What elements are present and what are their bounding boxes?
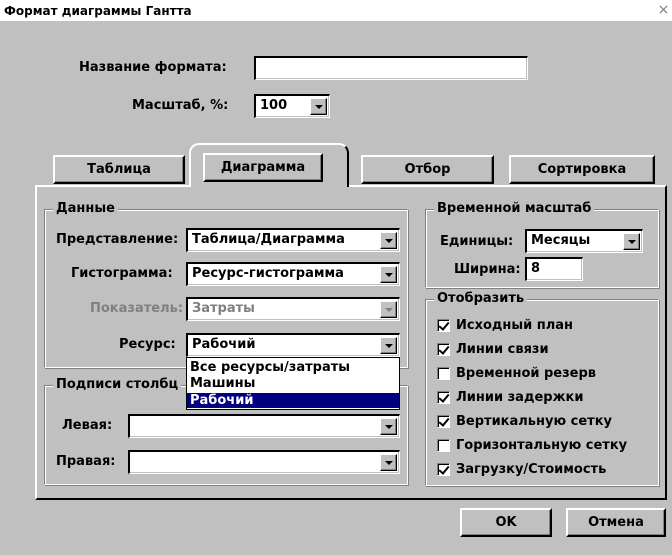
dropdown-option[interactable]: Все ресурсы/затраты bbox=[187, 360, 399, 375]
display-group-legend: Отобразить bbox=[434, 291, 528, 306]
tab-diagram-label-box: Диаграмма bbox=[203, 153, 323, 182]
tab-diagram[interactable]: Диаграмма bbox=[189, 143, 349, 187]
tab-table[interactable]: Таблица bbox=[53, 155, 185, 184]
cancel-button[interactable]: Отмена bbox=[566, 508, 666, 537]
units-select[interactable]: Месяцы bbox=[525, 229, 643, 253]
checkbox-icon[interactable] bbox=[437, 415, 450, 428]
metric-label: Показатель: bbox=[90, 301, 184, 316]
chevron-down-icon[interactable] bbox=[380, 454, 397, 471]
checkbox-baseline[interactable]: Исходный план bbox=[437, 318, 659, 334]
view-label: Представление: bbox=[56, 232, 179, 247]
labels-group-legend: Подписи столбц bbox=[53, 377, 182, 392]
format-name-label: Название формата: bbox=[79, 60, 227, 75]
dropdown-option-selected[interactable]: Рабочий bbox=[187, 393, 399, 408]
checkbox-icon[interactable] bbox=[437, 439, 450, 452]
view-select[interactable]: Таблица/Диаграмма bbox=[186, 228, 400, 252]
right-label: Правая: bbox=[56, 454, 116, 469]
checkbox-icon[interactable] bbox=[437, 463, 450, 476]
metric-select: Затраты bbox=[186, 297, 400, 321]
format-name-input[interactable] bbox=[254, 56, 528, 80]
close-icon[interactable]: × bbox=[655, 2, 672, 19]
dropdown-option[interactable]: Машины bbox=[187, 376, 399, 391]
tab-filter[interactable]: Отбор bbox=[361, 155, 494, 184]
chevron-down-icon[interactable] bbox=[380, 266, 397, 283]
chevron-down-icon bbox=[380, 301, 397, 318]
checkbox-link-lines[interactable]: Линии связи bbox=[437, 342, 659, 358]
title-bar: Формат диаграммы Гантта × bbox=[0, 0, 672, 22]
chevron-down-icon[interactable] bbox=[310, 98, 327, 115]
resource-select[interactable]: Рабочий bbox=[186, 333, 400, 357]
checkbox-load-cost[interactable]: Загрузку/Стоимость bbox=[437, 462, 659, 478]
ok-button[interactable]: OK bbox=[460, 508, 552, 537]
timescale-group-legend: Временной масштаб bbox=[434, 201, 595, 216]
checkbox-icon[interactable] bbox=[437, 367, 450, 380]
units-label: Единицы: bbox=[440, 234, 514, 249]
scale-select[interactable]: 100 bbox=[254, 94, 330, 118]
checkbox-icon[interactable] bbox=[437, 391, 450, 404]
window-title: Формат диаграммы Гантта bbox=[4, 4, 192, 18]
tab-sort[interactable]: Сортировка bbox=[509, 155, 655, 184]
checkbox-icon[interactable] bbox=[437, 319, 450, 332]
resource-label: Ресурс: bbox=[119, 337, 176, 352]
left-label: Левая: bbox=[62, 418, 113, 433]
checkbox-icon[interactable] bbox=[437, 343, 450, 356]
width-input[interactable]: 8 bbox=[525, 257, 583, 281]
left-select[interactable] bbox=[128, 414, 400, 438]
chevron-down-icon[interactable] bbox=[380, 232, 397, 249]
chevron-down-icon[interactable] bbox=[380, 418, 397, 435]
data-group-legend: Данные bbox=[53, 201, 118, 216]
width-label: Ширина: bbox=[454, 262, 521, 277]
histogram-label: Гистограмма: bbox=[71, 266, 173, 281]
chevron-down-icon[interactable] bbox=[623, 233, 640, 250]
scale-label: Масштаб, %: bbox=[132, 98, 229, 113]
histogram-select[interactable]: Ресурс-гистограмма bbox=[186, 262, 400, 286]
checkbox-horizontal-grid[interactable]: Горизонтальную сетку bbox=[437, 438, 659, 454]
checkbox-vertical-grid[interactable]: Вертикальную сетку bbox=[437, 414, 659, 430]
checkbox-slack[interactable]: Временной резерв bbox=[437, 366, 659, 382]
chevron-down-icon[interactable] bbox=[380, 337, 397, 354]
resource-dropdown-list[interactable]: Все ресурсы/затраты Машины Рабочий bbox=[186, 357, 400, 410]
right-select[interactable] bbox=[128, 450, 400, 474]
checkbox-delay-lines[interactable]: Линии задержки bbox=[437, 390, 659, 406]
